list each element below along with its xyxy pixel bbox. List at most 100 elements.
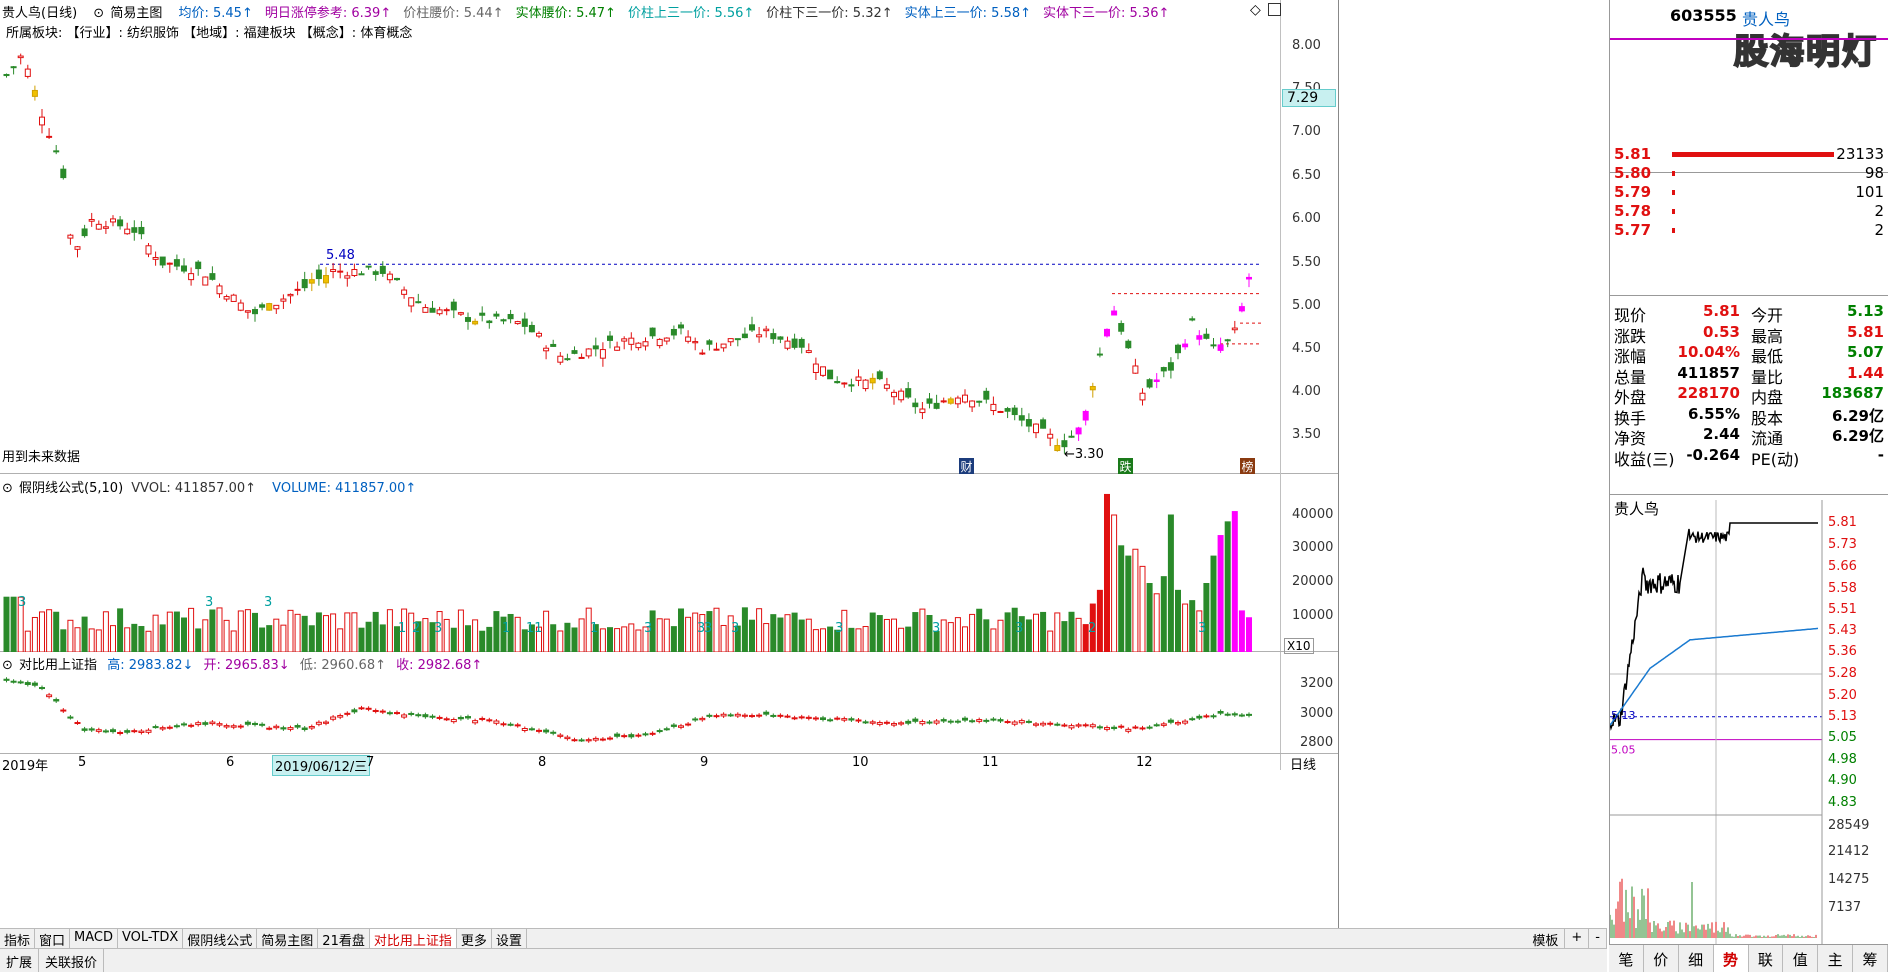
volume-bar: [138, 626, 145, 652]
candle-body: [436, 309, 443, 315]
marker-die[interactable]: 跌: [1118, 458, 1133, 474]
tab-指标[interactable]: 指标: [0, 929, 36, 949]
volume-bar: [81, 616, 88, 652]
candle-body: [1153, 379, 1160, 382]
volume-bar: [95, 629, 102, 652]
volume-bar: [166, 611, 173, 652]
quote-tab-主[interactable]: 主: [1818, 945, 1854, 972]
volume-bar: [1132, 548, 1139, 652]
index-candle-body: [536, 729, 542, 732]
tab-MACD[interactable]: MACD: [70, 929, 118, 948]
candle-body: [805, 350, 812, 353]
index-axis-label: 2800: [1300, 735, 1334, 750]
expand-button[interactable]: 扩展: [0, 949, 40, 972]
tab-设置[interactable]: 设置: [492, 929, 527, 949]
candle-body: [713, 348, 720, 351]
volume-bar: [1146, 583, 1153, 652]
volume-bar: [628, 623, 635, 652]
cursor-date-label: 2019/06/12/三: [272, 755, 371, 776]
index-candle-body: [614, 733, 621, 737]
candle-body: [706, 340, 713, 345]
quote-tab-值[interactable]: 值: [1783, 945, 1819, 972]
quote-tab-势[interactable]: 势: [1713, 945, 1749, 972]
intraday-low-mark: 5.05: [1611, 744, 1636, 757]
volume-bar: [898, 627, 905, 652]
related-quotes-button[interactable]: 关联报价: [39, 949, 105, 972]
volume-bar: [3, 596, 10, 652]
marker-cai[interactable]: 财: [959, 458, 974, 474]
candle-body: [81, 228, 88, 237]
volume-bar: [117, 608, 124, 652]
candlestick-chart[interactable]: [0, 0, 1280, 474]
candle-body: [507, 313, 514, 320]
volume-bar: [209, 609, 216, 652]
tab-假阴线公式[interactable]: 假阴线公式: [183, 929, 258, 949]
quote-tab-筹[interactable]: 筹: [1853, 945, 1888, 972]
candle-body: [209, 273, 216, 280]
tab-更多[interactable]: 更多: [457, 929, 492, 949]
candle-body: [273, 304, 280, 310]
index-candles[interactable]: [0, 652, 1280, 754]
volume-bar: [244, 609, 251, 652]
volume-bar: [159, 624, 166, 652]
volume-counter-label: 3: [434, 621, 442, 636]
stat-value: 228170: [1677, 384, 1740, 402]
index-candle-body: [465, 716, 471, 719]
volume-bar: [486, 626, 493, 652]
volume-bar: [1210, 555, 1217, 652]
index-candle-body: [1033, 723, 1039, 726]
stat-value: 6.29亿: [1831, 427, 1884, 445]
volume-counter-label: 3: [835, 621, 843, 636]
index-candle-body: [145, 729, 152, 733]
stat-value: 0.53: [1702, 322, 1740, 341]
index-candle-body: [60, 709, 67, 712]
price-axis-label: 6.50: [1292, 168, 1321, 183]
index-axis-label: 3200: [1300, 676, 1334, 691]
candle-body: [521, 318, 528, 327]
volume-bar: [53, 611, 60, 652]
intraday-open-mark: 5.13: [1611, 709, 1636, 722]
candle-body: [39, 116, 45, 126]
candle-body: [734, 338, 741, 341]
date-axis-label: 7: [366, 755, 375, 770]
tab-窗口[interactable]: 窗口: [35, 929, 71, 949]
candle-body: [862, 379, 869, 390]
candle-body: [372, 271, 379, 275]
index-candle-body: [102, 730, 109, 733]
index-candle-body: [862, 721, 869, 724]
tab-VOL-TDX[interactable]: VOL-TDX: [118, 929, 184, 948]
stat-value: 1.44: [1846, 363, 1884, 382]
candle-body: [926, 398, 933, 404]
candle-body: [649, 327, 656, 337]
tab-right-2[interactable]: -: [1589, 929, 1607, 948]
tab-right-1[interactable]: +: [1565, 929, 1590, 948]
index-candle-body: [635, 734, 642, 737]
tab-right-0[interactable]: 模板: [1526, 929, 1566, 949]
quote-tab-细[interactable]: 细: [1679, 945, 1714, 972]
intraday-axis-label: 5.13: [1828, 709, 1857, 724]
quote-tab-联[interactable]: 联: [1749, 945, 1784, 972]
quote-tab-价[interactable]: 价: [1644, 945, 1679, 972]
index-candle-body: [486, 719, 493, 722]
index-candle-body: [166, 726, 173, 729]
candle-body: [670, 328, 677, 336]
tab-简易主图[interactable]: 简易主图: [257, 929, 319, 949]
tab-对比用上证指[interactable]: 对比用上证指: [369, 929, 457, 949]
period-label[interactable]: 日线: [1290, 754, 1316, 773]
candle-body: [195, 261, 202, 270]
volume-bar: [365, 621, 372, 652]
marker-bang[interactable]: 榜: [1240, 458, 1255, 474]
price-axis-label: 4.00: [1292, 384, 1321, 399]
candle-body: [827, 369, 834, 380]
date-axis: 2019年 5 6 2019/06/12/三 7 8 9 10 11 12: [0, 755, 1338, 776]
candle-body: [181, 265, 187, 272]
quote-tab-笔[interactable]: 笔: [1609, 945, 1644, 972]
index-candle-body: [876, 722, 883, 725]
index-candle-body: [713, 715, 720, 718]
candle-body: [614, 346, 621, 351]
index-candle-body: [741, 714, 748, 717]
volume-bars[interactable]: 3 3 31 2 3 1 11 1 3 33 3 3 3 3 2 3: [0, 474, 1280, 652]
tab-21看盘[interactable]: 21看盘: [318, 929, 370, 949]
index-candle-body: [905, 720, 912, 724]
volume-bar: [493, 611, 500, 652]
